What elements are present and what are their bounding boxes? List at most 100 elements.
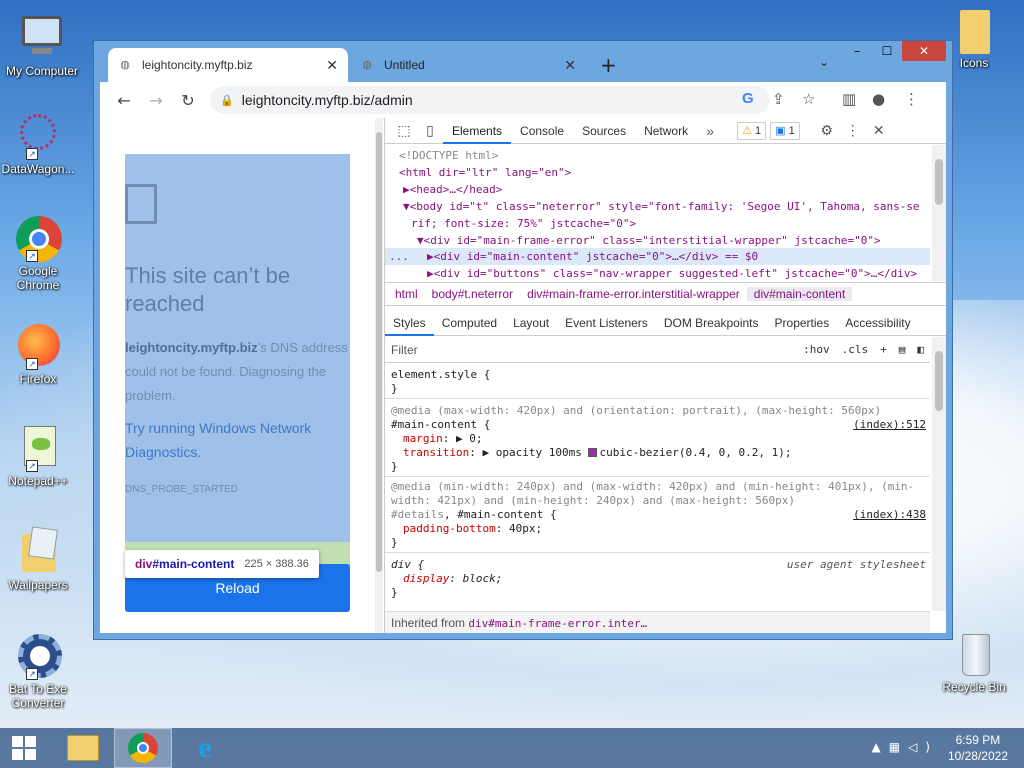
- tab-sources[interactable]: Sources: [573, 118, 635, 144]
- rule-close: }: [391, 460, 398, 473]
- dom-line[interactable]: ▶<div id="buttons" class="nav-wrapper su…: [427, 265, 917, 281]
- minimize-button[interactable]: –: [842, 41, 872, 61]
- lock-icon: 🔒: [220, 94, 234, 107]
- styles-tabbar: Styles Computed Layout Event Listeners D…: [385, 310, 946, 336]
- hov-toggle[interactable]: :hov: [803, 343, 830, 356]
- dom-dots[interactable]: ...: [389, 248, 409, 265]
- start-button[interactable]: [0, 728, 48, 768]
- device-toolbar-icon[interactable]: ▯: [417, 122, 443, 139]
- dom-line-selected[interactable]: ▶<div id="main-content" jstcache="0">…</…: [427, 248, 758, 265]
- tab-event-listeners[interactable]: Event Listeners: [557, 310, 656, 336]
- filter-input[interactable]: Filter: [391, 343, 418, 357]
- tab-close-icon[interactable]: ✕: [564, 57, 576, 74]
- network-icon[interactable]: ▦: [889, 740, 908, 754]
- rule-selector-1[interactable]: #main-content {(index):512: [391, 418, 926, 432]
- desktop-icon-wallpapers[interactable]: Wallpapers: [0, 526, 80, 592]
- address-bar[interactable]: 🔒 leightoncity.myftp.biz/admin: [210, 86, 770, 114]
- menu-kebab-icon[interactable]: ⋮: [904, 90, 919, 108]
- tab-layout[interactable]: Layout: [505, 310, 557, 336]
- taskbar-internet-explorer[interactable]: e: [176, 728, 234, 768]
- prop-transition[interactable]: transition: ▶ opacity 100ms cubic-bezier…: [403, 446, 926, 460]
- new-rule-icon[interactable]: +: [880, 343, 887, 356]
- prop-margin[interactable]: margin: ▶ 0;: [403, 432, 926, 446]
- tab-network[interactable]: Network: [635, 118, 697, 144]
- inherited-from-row[interactable]: Inherited from div#main-frame-error.inte…: [385, 611, 930, 633]
- taskbar-clock[interactable]: 6:59 PM 10/28/2022: [948, 732, 1008, 764]
- styles-scrollbar[interactable]: [932, 337, 946, 611]
- rule-selector-3[interactable]: div {user agent stylesheet: [391, 558, 926, 572]
- desktop-icon-firefox[interactable]: ↗ Firefox: [0, 322, 80, 386]
- title-bar: ◍ leightoncity.myftp.biz ✕ ◍ Untitled ✕ …: [94, 41, 952, 82]
- computed-sidebar-icon[interactable]: ◧: [917, 343, 924, 356]
- settings-gear-icon[interactable]: ⚙: [814, 122, 840, 139]
- tab-close-icon[interactable]: ✕: [326, 57, 338, 74]
- page-scrollbar[interactable]: [375, 118, 383, 633]
- globe-icon: ◍: [120, 59, 130, 71]
- tab-dom-breakpoints[interactable]: DOM Breakpoints: [656, 310, 767, 336]
- more-tabs-icon[interactable]: »: [697, 123, 723, 139]
- desktop-icon-notepadpp[interactable]: ↗ Notepad++: [0, 424, 80, 488]
- show-hidden-icons-icon[interactable]: ▲: [872, 740, 889, 754]
- breadcrumb-main-content[interactable]: div#main-content: [746, 287, 853, 301]
- inspect-element-icon[interactable]: ⬚: [391, 122, 417, 139]
- breadcrumb-main-frame-error[interactable]: div#main-frame-error.interstitial-wrappe…: [520, 287, 747, 301]
- dom-line[interactable]: <html dir="ltr" lang="en">: [399, 164, 571, 181]
- side-panel-icon[interactable]: ▥: [842, 90, 856, 108]
- tab-search-chevron-icon[interactable]: ⌄: [819, 55, 829, 69]
- desktop-icon-datawagon[interactable]: ↗ DataWagon...: [0, 112, 80, 176]
- taskbar-chrome[interactable]: [114, 728, 172, 768]
- tab-styles[interactable]: Styles: [385, 310, 434, 336]
- dom-line[interactable]: rif; font-size: 75%" jstcache="0">: [411, 215, 636, 232]
- warning-icon: ⚠: [742, 124, 752, 137]
- url-text: leightoncity.myftp.biz/admin: [241, 92, 413, 108]
- tab-properties[interactable]: Properties: [767, 310, 838, 336]
- desktop-icon-my-computer[interactable]: My Computer: [0, 14, 84, 78]
- maximize-button[interactable]: ☐: [872, 41, 902, 61]
- volume-icon[interactable]: ◁): [908, 740, 938, 754]
- dom-line[interactable]: <!DOCTYPE html>: [399, 147, 498, 164]
- cls-toggle[interactable]: .cls: [842, 343, 869, 356]
- tab-elements[interactable]: Elements: [443, 118, 512, 144]
- tab-leightoncity[interactable]: ◍ leightoncity.myftp.biz ✕: [108, 48, 348, 82]
- warning-badge[interactable]: ⚠ 1: [737, 121, 767, 140]
- bezier-swatch-icon[interactable]: [588, 448, 598, 457]
- profile-avatar-icon[interactable]: ●: [872, 90, 885, 108]
- desktop-icon-bat-to-exe[interactable]: ↗ Bat To Exe Converter: [0, 632, 80, 710]
- reload-icon[interactable]: ↻: [172, 91, 204, 110]
- prop-padding-bottom[interactable]: padding-bottom: 40px;: [403, 522, 926, 536]
- new-tab-button[interactable]: +: [600, 53, 617, 77]
- tab-untitled[interactable]: ◍ Untitled ✕: [350, 48, 586, 82]
- breadcrumb: html body#t.neterror div#main-frame-erro…: [385, 282, 946, 306]
- desktop-icon-google-chrome[interactable]: ↗ Google Chrome: [0, 214, 80, 292]
- forward-arrow-icon[interactable]: →: [140, 91, 172, 110]
- devtools-menu-icon[interactable]: ⋮: [840, 122, 866, 139]
- share-icon[interactable]: ⇪: [772, 90, 785, 108]
- main-content-highlight: This site can’t be reached leightoncity.…: [125, 154, 350, 542]
- color-format-icon[interactable]: ▤: [899, 343, 906, 356]
- clock-date: 10/28/2022: [947, 749, 1008, 763]
- rule-selector-2[interactable]: #details, #main-content {(index):438: [391, 508, 926, 522]
- close-devtools-icon[interactable]: ✕: [866, 122, 892, 139]
- rule-close: }: [391, 536, 398, 549]
- taskbar-file-explorer[interactable]: [54, 728, 112, 768]
- tab-console[interactable]: Console: [511, 118, 573, 144]
- breadcrumb-body[interactable]: body#t.neterror: [425, 287, 520, 301]
- dom-line[interactable]: ▼<div id="main-frame-error" class="inter…: [417, 232, 881, 249]
- browser-toolbar: ← → ↻ 🔒 leightoncity.myftp.biz/admin G ⇪…: [100, 82, 946, 118]
- info-badge[interactable]: ▣ 1: [770, 121, 800, 140]
- google-translate-icon[interactable]: G: [742, 90, 754, 107]
- close-window-button[interactable]: ✕: [902, 41, 946, 61]
- source-link-2[interactable]: (index):438: [853, 508, 926, 522]
- breadcrumb-html[interactable]: html: [388, 287, 425, 301]
- tab-computed[interactable]: Computed: [434, 310, 505, 336]
- elements-scrollbar[interactable]: [932, 145, 946, 281]
- diagnostics-link[interactable]: Try running Windows Network Diagnostics.: [125, 416, 350, 464]
- bookmark-star-icon[interactable]: ☆: [802, 90, 815, 108]
- rule-element-style[interactable]: element.style {: [391, 368, 926, 382]
- dom-line[interactable]: ▼<body id="t" class="neterror" style="fo…: [403, 198, 920, 215]
- source-link-1[interactable]: (index):512: [853, 418, 926, 432]
- tab-accessibility[interactable]: Accessibility: [837, 310, 918, 336]
- back-arrow-icon[interactable]: ←: [108, 91, 140, 110]
- notepadpp-icon: ↗: [14, 424, 62, 472]
- dom-line[interactable]: ▶<head>…</head>: [403, 181, 502, 198]
